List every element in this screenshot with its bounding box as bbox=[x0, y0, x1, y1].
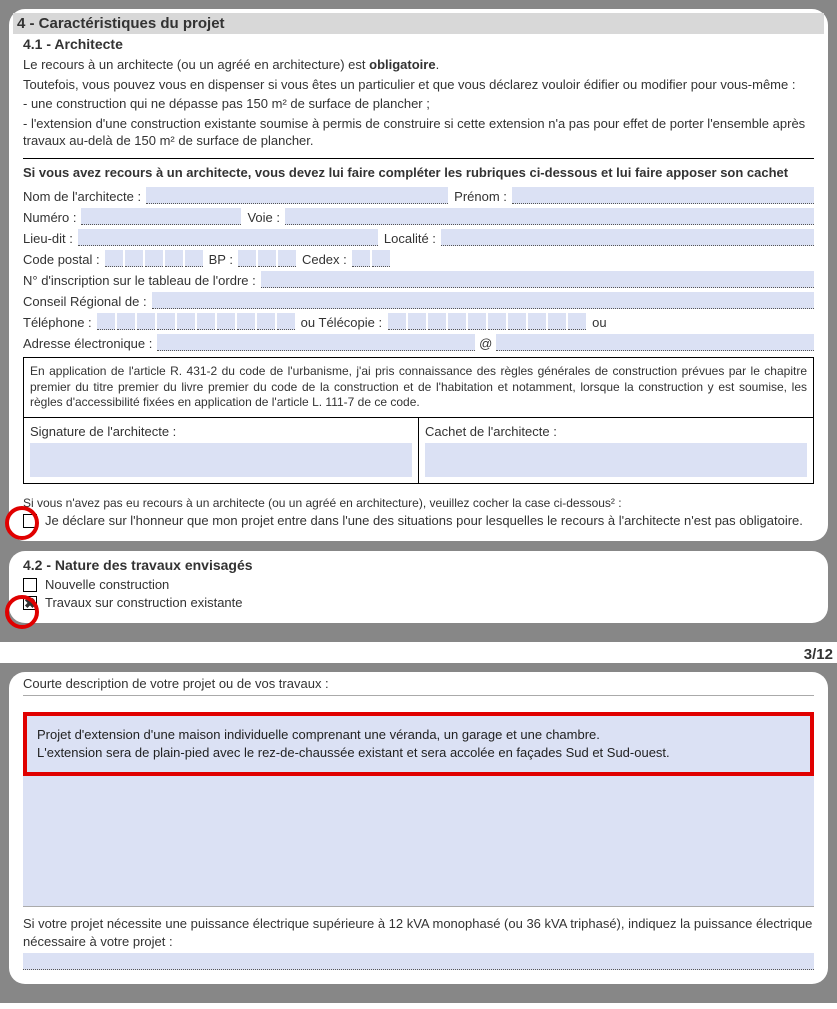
intro-bullet-1: - une construction qui ne dépasse pas 15… bbox=[23, 95, 814, 113]
label-at: @ bbox=[479, 336, 492, 351]
option-existing-works-label: Travaux sur construction existante bbox=[45, 595, 243, 610]
divider bbox=[23, 695, 814, 696]
option-existing-works-line: ✖ Travaux sur construction existante bbox=[23, 595, 814, 610]
checkbox-existing-works[interactable]: ✖ bbox=[23, 596, 37, 610]
field-email-local[interactable] bbox=[157, 334, 475, 351]
label-localite: Localité : bbox=[384, 231, 436, 246]
architect-instruction: Si vous avez recours à un architecte, vo… bbox=[23, 164, 814, 182]
row-nom-prenom: Nom de l'architecte : Prénom : bbox=[23, 187, 814, 204]
checkbox-no-architect[interactable] bbox=[23, 514, 37, 528]
description-line-2: L'extension sera de plain-pied avec le r… bbox=[37, 744, 800, 762]
field-numero[interactable] bbox=[81, 208, 241, 225]
option-new-construction-label: Nouvelle construction bbox=[45, 577, 169, 592]
signature-table: Signature de l'architecte : Cachet de l'… bbox=[23, 418, 814, 484]
label-ou2: ou bbox=[592, 315, 606, 330]
description-line-1: Projet d'extension d'une maison individu… bbox=[37, 726, 800, 744]
no-architect-declaration-line: Je déclare sur l'honneur que mon projet … bbox=[23, 513, 814, 528]
row-email: Adresse électronique : @ bbox=[23, 334, 814, 351]
form-frame-2: Courte description de votre projet ou de… bbox=[0, 663, 837, 1002]
label-ou1: ou Télécopie : bbox=[301, 315, 382, 330]
legal-notice: En application de l'article R. 431-2 du … bbox=[23, 357, 814, 418]
label-description: Courte description de votre projet ou de… bbox=[23, 676, 814, 691]
field-cp[interactable] bbox=[105, 250, 203, 267]
field-nom[interactable] bbox=[146, 187, 448, 204]
option-new-construction-line: Nouvelle construction bbox=[23, 577, 814, 592]
field-inscription[interactable] bbox=[261, 271, 814, 288]
field-cedex[interactable] bbox=[352, 250, 390, 267]
row-numero-voie: Numéro : Voie : bbox=[23, 208, 814, 225]
intro-text-c: . bbox=[436, 57, 440, 72]
intro-text-bold: obligatoire bbox=[369, 57, 435, 72]
no-architect-note: Si vous n'avez pas eu recours à un archi… bbox=[23, 496, 814, 510]
section-4: 4 - Caractéristiques du projet 4.1 - Arc… bbox=[9, 9, 828, 541]
form-frame-1: 4 - Caractéristiques du projet 4.1 - Arc… bbox=[0, 0, 837, 642]
label-cachet: Cachet de l'architecte : bbox=[425, 424, 807, 439]
section-4-title: 4 - Caractéristiques du projet bbox=[13, 13, 824, 34]
field-bp[interactable] bbox=[238, 250, 296, 267]
no-architect-declaration-text: Je déclare sur l'honneur que mon projet … bbox=[45, 513, 803, 528]
label-tel: Téléphone : bbox=[23, 315, 92, 330]
row-lieudit-localite: Lieu-dit : Localité : bbox=[23, 229, 814, 246]
row-inscription: N° d'inscription sur le tableau de l'ord… bbox=[23, 271, 814, 288]
checkbox-new-construction[interactable] bbox=[23, 578, 37, 592]
label-power: Si votre projet nécessite une puissance … bbox=[23, 915, 814, 950]
description-field-rest[interactable] bbox=[23, 776, 814, 906]
intro-bullet-2: - l'extension d'une construction existan… bbox=[23, 115, 814, 150]
cachet-cell: Cachet de l'architecte : bbox=[419, 418, 813, 483]
description-field-container: Projet d'extension d'une maison individu… bbox=[23, 702, 814, 906]
description-section: Courte description de votre projet ou de… bbox=[9, 672, 828, 983]
label-signature: Signature de l'architecte : bbox=[30, 424, 412, 439]
field-email-domain[interactable] bbox=[496, 334, 814, 351]
row-power: Si votre projet nécessite une puissance … bbox=[23, 915, 814, 969]
row-cp-bp-cedex: Code postal : BP : Cedex : bbox=[23, 250, 814, 267]
field-voie[interactable] bbox=[285, 208, 814, 225]
field-fax[interactable] bbox=[388, 313, 586, 330]
label-email: Adresse électronique : bbox=[23, 336, 152, 351]
label-conseil: Conseil Régional de : bbox=[23, 294, 147, 309]
field-tel[interactable] bbox=[97, 313, 295, 330]
description-highlight-box: Projet d'extension d'une maison individu… bbox=[23, 712, 814, 776]
intro-paragraph: Le recours à un architecte (ou un agréé … bbox=[23, 56, 814, 74]
field-localite[interactable] bbox=[441, 229, 814, 246]
label-bp: BP : bbox=[209, 252, 233, 267]
intro-text-a: Le recours à un architecte (ou un agréé … bbox=[23, 57, 369, 72]
field-prenom[interactable] bbox=[512, 187, 814, 204]
intro-paragraph-2: Toutefois, vous pouvez vous en dispenser… bbox=[23, 76, 814, 94]
label-prenom: Prénom : bbox=[454, 189, 507, 204]
label-lieudit: Lieu-dit : bbox=[23, 231, 73, 246]
signature-cell: Signature de l'architecte : bbox=[24, 418, 419, 483]
label-cedex: Cedex : bbox=[302, 252, 347, 267]
field-cachet[interactable] bbox=[425, 443, 807, 477]
divider bbox=[23, 158, 814, 159]
section-4-2: 4.2 - Nature des travaux envisagés Nouve… bbox=[9, 551, 828, 623]
label-cp: Code postal : bbox=[23, 252, 100, 267]
section-4-1-title: 4.1 - Architecte bbox=[23, 36, 814, 52]
field-power[interactable] bbox=[23, 953, 814, 970]
label-numero: Numéro : bbox=[23, 210, 76, 225]
label-inscription: N° d'inscription sur le tableau de l'ord… bbox=[23, 273, 256, 288]
section-4-2-title: 4.2 - Nature des travaux envisagés bbox=[23, 557, 814, 573]
label-nom: Nom de l'architecte : bbox=[23, 189, 141, 204]
label-voie: Voie : bbox=[247, 210, 280, 225]
divider bbox=[23, 906, 814, 907]
field-lieudit[interactable] bbox=[78, 229, 378, 246]
field-signature[interactable] bbox=[30, 443, 412, 477]
page-number: 3/12 bbox=[0, 642, 837, 663]
row-conseil: Conseil Régional de : bbox=[23, 292, 814, 309]
field-conseil[interactable] bbox=[152, 292, 814, 309]
row-tel-fax: Téléphone : ou Télécopie : ou bbox=[23, 313, 814, 330]
